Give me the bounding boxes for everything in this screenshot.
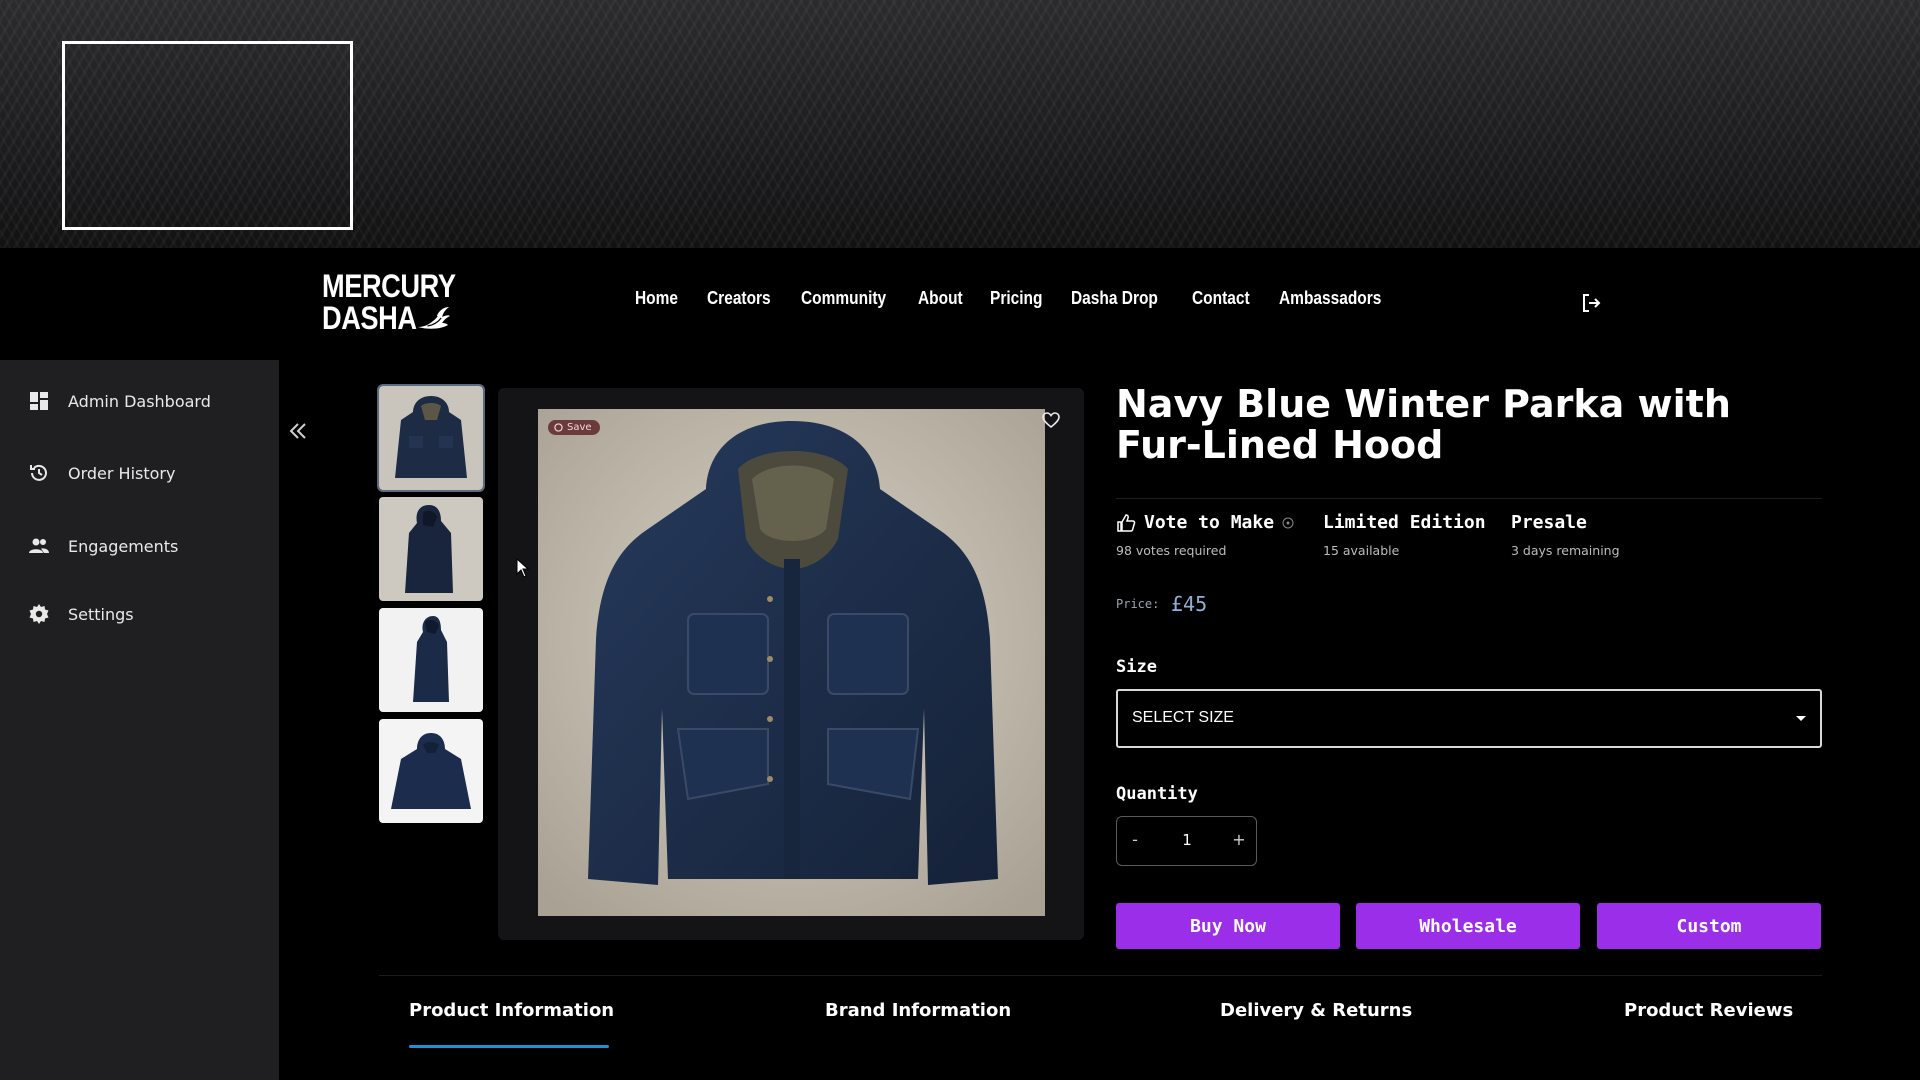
product-thumbnail[interactable] (379, 719, 483, 823)
brand-logo[interactable]: MERCURY DASHA (322, 270, 472, 340)
price-value: £45 (1171, 592, 1208, 616)
quantity-decrement-button[interactable]: - (1125, 830, 1145, 849)
divider (379, 975, 1822, 976)
save-badge-label: Save (567, 422, 592, 433)
collapse-sidebar-icon[interactable] (287, 420, 309, 442)
wholesale-button[interactable]: Wholesale (1356, 903, 1580, 949)
feature-subtitle: 15 available (1323, 543, 1400, 558)
sidebar-item-order-history[interactable]: Order History (28, 462, 175, 484)
people-icon (29, 538, 49, 553)
save-badge[interactable]: Save (548, 420, 600, 435)
sidebar-item-admin-dashboard[interactable]: Admin Dashboard (28, 390, 211, 412)
feature-title: Vote to Make (1144, 512, 1275, 533)
nav-contact[interactable]: Contact (1192, 288, 1250, 309)
sidebar-item-label: Order History (68, 463, 176, 483)
main-product-image[interactable] (538, 409, 1045, 916)
active-tab-indicator (409, 1045, 609, 1048)
product-thumbnail[interactable] (377, 384, 485, 492)
feature-subtitle: 3 days remaining (1511, 543, 1620, 558)
sidebar-item-label: Admin Dashboard (68, 391, 211, 411)
hero-placeholder-frame (62, 41, 353, 230)
nav-ambassadors[interactable]: Ambassadors (1279, 288, 1381, 309)
history-icon (30, 464, 47, 481)
divider (1116, 498, 1822, 499)
nav-community[interactable]: Community (801, 288, 886, 309)
tab-product-reviews[interactable]: Product Reviews (1624, 1000, 1793, 1021)
feature-subtitle: 98 votes required (1116, 543, 1227, 558)
gear-icon (29, 604, 49, 624)
feature-vote-to-make: Vote to Make 98 votes required (1116, 512, 1294, 558)
nav-pricing[interactable]: Pricing (990, 288, 1042, 309)
size-select-value: SELECT SIZE (1132, 709, 1234, 726)
quantity-input[interactable]: 1 (1175, 831, 1199, 849)
custom-button[interactable]: Custom (1597, 903, 1821, 949)
parka-main-image (538, 409, 1045, 916)
nav-dasha-drop[interactable]: Dasha Drop (1071, 288, 1158, 309)
buy-now-button[interactable]: Buy Now (1116, 903, 1340, 949)
nav-about[interactable]: About (918, 288, 963, 309)
quantity-label: Quantity (1116, 784, 1198, 804)
tab-product-information[interactable]: Product Information (409, 1000, 614, 1021)
product-thumbnail[interactable] (379, 608, 483, 712)
size-select[interactable]: SELECT SIZE (1116, 689, 1822, 748)
mouse-cursor-icon (516, 558, 530, 578)
heart-icon[interactable] (1040, 409, 1062, 431)
logo-line-2-text: DASHA (322, 300, 417, 336)
sidebar-item-settings[interactable]: Settings (28, 603, 134, 625)
parka-back-image (379, 719, 483, 823)
logo-line-1: MERCURY (322, 268, 456, 304)
thumbs-up-icon (1117, 513, 1136, 532)
size-label: Size (1116, 657, 1157, 677)
sidebar-item-engagements[interactable]: Engagements (28, 535, 178, 557)
sidebar: Admin Dashboard Order History Engagement… (0, 360, 279, 1080)
dashboard-icon (30, 392, 48, 410)
nav-home[interactable]: Home (635, 288, 678, 309)
parka-front-image (379, 386, 483, 490)
info-icon[interactable] (1282, 517, 1294, 529)
nav-creators[interactable]: Creators (707, 288, 771, 309)
price-label: Price: (1116, 597, 1160, 611)
parka-side-image (379, 497, 483, 601)
feature-limited-edition: Limited Edition 15 available (1323, 512, 1486, 558)
product-title: Navy Blue Winter Parka with Fur-Lined Ho… (1116, 382, 1731, 467)
feature-title: Presale (1511, 512, 1587, 533)
parka-profile-image (379, 608, 483, 712)
caret-down-icon (1796, 716, 1806, 721)
save-icon (554, 423, 563, 432)
feature-presale: Presale 3 days remaining (1511, 512, 1620, 558)
hero-banner (0, 0, 1920, 248)
product-thumbnail[interactable] (379, 497, 483, 601)
quantity-increment-button[interactable]: + (1229, 830, 1249, 849)
feature-title: Limited Edition (1323, 512, 1486, 533)
sidebar-item-label: Settings (68, 604, 134, 624)
logout-icon[interactable] (1580, 292, 1602, 314)
quantity-stepper: - 1 + (1116, 816, 1257, 866)
tab-delivery-returns[interactable]: Delivery & Returns (1220, 1000, 1412, 1021)
main-nav: Home Creators Community About Pricing Da… (635, 288, 1398, 309)
wing-icon (417, 307, 451, 329)
tab-brand-information[interactable]: Brand Information (825, 1000, 1011, 1021)
sidebar-item-label: Engagements (68, 536, 179, 556)
logo-line-2: DASHA (322, 300, 451, 336)
